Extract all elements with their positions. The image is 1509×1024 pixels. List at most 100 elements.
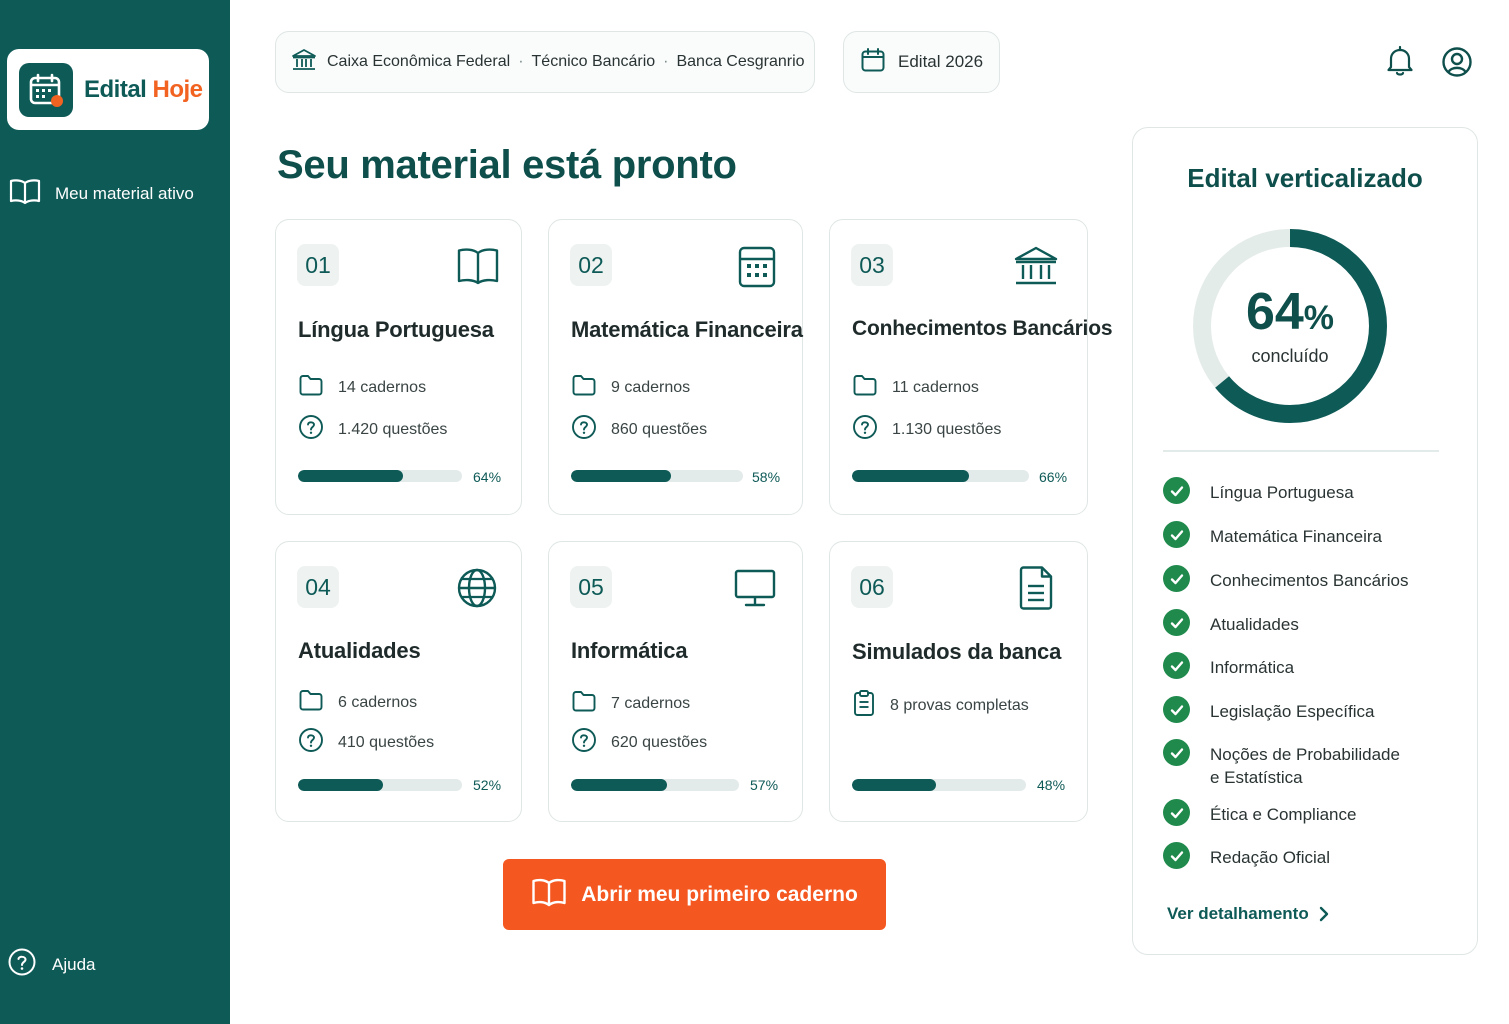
subject-card[interactable]: 01 Língua Portuguesa 14 cadernos 1.420 q… xyxy=(275,219,522,515)
progress-fill xyxy=(298,470,403,482)
breadcrumb[interactable]: Caixa Econômica Federal · Técnico Bancár… xyxy=(275,31,815,93)
globe-icon xyxy=(456,567,498,614)
subject-card[interactable]: 02 Matemática Financeira 9 cadernos 860 … xyxy=(548,219,803,515)
progress-fill xyxy=(571,779,667,791)
card-number: 03 xyxy=(851,244,893,286)
question-circle-icon xyxy=(852,414,878,445)
card-questions-label: 860 questões xyxy=(611,420,708,438)
checklist-label: Legislação Específica xyxy=(1210,702,1375,721)
card-notebooks: 14 cadernos xyxy=(298,373,426,402)
bell-icon[interactable] xyxy=(1385,45,1415,82)
progress-fill xyxy=(298,779,384,791)
subject-card[interactable]: 06 Simulados da banca 8 provas completas… xyxy=(829,541,1088,822)
progress-bar xyxy=(298,779,462,791)
open-book-icon xyxy=(9,177,41,210)
progress-bar xyxy=(571,779,739,791)
open-first-notebook-button[interactable]: Abrir meu primeiro caderno xyxy=(503,859,886,930)
checklist-item: Informática xyxy=(1163,652,1410,679)
card-questions: 410 questões xyxy=(298,727,434,758)
sidebar-item-label: Meu material ativo xyxy=(55,183,194,203)
check-circle-icon xyxy=(1163,799,1190,826)
progress-bar xyxy=(852,779,1026,791)
breadcrumb-role: Técnico Bancário xyxy=(531,53,656,70)
breadcrumb-separator: · xyxy=(518,53,524,70)
card-notebooks: 6 cadernos xyxy=(298,688,417,717)
donut-label: concluído xyxy=(1251,346,1329,366)
donut-unit: % xyxy=(1303,299,1335,337)
card-questions-label: 1.420 questões xyxy=(338,420,448,438)
user-icon[interactable] xyxy=(1441,46,1473,83)
check-circle-icon xyxy=(1163,652,1190,679)
subject-card[interactable]: 04 Atualidades 6 cadernos 410 questões 5… xyxy=(275,541,522,822)
folder-icon xyxy=(298,688,324,717)
breadcrumb-board: Banca Cesgranrio xyxy=(676,53,805,70)
logo: Edital Hoje xyxy=(7,49,209,130)
checklist-label: Noções de Probabilidade e Estatística xyxy=(1210,745,1400,787)
checklist-label: Ética e Compliance xyxy=(1210,805,1357,824)
monitor-icon xyxy=(733,567,777,614)
bank-icon xyxy=(291,48,317,77)
checklist-label: Conhecimentos Bancários xyxy=(1210,571,1409,590)
folder-icon xyxy=(298,373,324,402)
donut-number: 64 xyxy=(1245,283,1304,341)
card-notebooks-label: 6 cadernos xyxy=(338,693,418,711)
card-questions: 860 questões xyxy=(571,414,707,445)
checklist-label: Matemática Financeira xyxy=(1210,527,1382,546)
progress-bar xyxy=(852,470,1029,482)
panel-title: Edital verticalizado xyxy=(1187,163,1423,193)
checklist-item: Noções de Probabilidade e Estatística xyxy=(1163,739,1410,789)
progress-percent: 52% xyxy=(473,777,502,793)
clipboard-icon xyxy=(852,689,876,722)
sidebar-item-help[interactable]: Ajuda xyxy=(7,947,95,982)
card-number: 05 xyxy=(570,566,612,608)
check-circle-icon xyxy=(1163,739,1190,766)
card-questions-label: 620 questões xyxy=(611,733,708,751)
subject-card[interactable]: 03 Conhecimentos Bancários 11 cadernos 1… xyxy=(829,219,1113,515)
document-icon xyxy=(1016,564,1056,617)
card-questions: 1.420 questões xyxy=(298,414,447,445)
progress-percent: 58% xyxy=(752,469,781,485)
checklist-item: Legislação Específica xyxy=(1163,696,1410,723)
card-questions: 620 questões xyxy=(571,727,707,758)
card-number: 01 xyxy=(297,244,339,286)
view-details-link[interactable]: Ver detalhamento xyxy=(1167,904,1329,924)
progress-percent: 48% xyxy=(1037,777,1066,793)
checklist-label: Atualidades xyxy=(1210,615,1299,634)
check-circle-icon xyxy=(1163,477,1190,504)
card-number: 04 xyxy=(297,566,339,608)
cta-label: Abrir meu primeiro caderno xyxy=(581,882,858,906)
check-circle-icon xyxy=(1163,696,1190,723)
logo-text: Edital Hoje xyxy=(84,76,203,104)
edital-selector[interactable]: Edital 2026 xyxy=(843,31,1000,93)
check-circle-icon xyxy=(1163,565,1190,592)
card-notebooks: 7 cadernos xyxy=(571,689,690,718)
card-questions-label: 1.130 questões xyxy=(892,420,1002,438)
divider xyxy=(1163,450,1439,452)
card-notebooks: 11 cadernos xyxy=(852,373,979,402)
question-circle-icon xyxy=(571,727,597,758)
card-exams-label: 8 provas completas xyxy=(890,696,1029,714)
bank-icon xyxy=(1013,244,1059,295)
checklist-item: Redação Oficial xyxy=(1163,842,1410,869)
card-notebooks: 9 cadernos xyxy=(571,373,690,402)
card-title: Conhecimentos Bancários xyxy=(852,317,1113,340)
help-label: Ajuda xyxy=(52,954,96,974)
book-icon xyxy=(456,244,500,293)
chevron-right-icon xyxy=(1319,906,1328,922)
card-title: Matemática Financeira xyxy=(571,317,803,342)
card-exams: 8 provas completas xyxy=(852,689,1029,722)
donut-value: 64% xyxy=(1190,286,1390,338)
calendar-icon xyxy=(860,47,886,78)
page-title: Seu material está pronto xyxy=(277,143,737,187)
progress-fill xyxy=(571,470,671,482)
question-circle-icon xyxy=(571,414,597,445)
card-number: 06 xyxy=(851,566,893,608)
card-notebooks-label: 14 cadernos xyxy=(338,378,427,396)
logo-text-part2: Hoje xyxy=(152,75,204,103)
subject-card[interactable]: 05 Informática 7 cadernos 620 questões 5… xyxy=(548,541,803,822)
checklist-label: Língua Portuguesa xyxy=(1210,483,1354,502)
logo-text-part1: Edital xyxy=(84,75,147,103)
check-circle-icon xyxy=(1163,842,1190,869)
checklist-item: Matemática Financeira xyxy=(1163,521,1410,548)
sidebar-item-meu-material[interactable]: Meu material ativo xyxy=(9,177,194,210)
